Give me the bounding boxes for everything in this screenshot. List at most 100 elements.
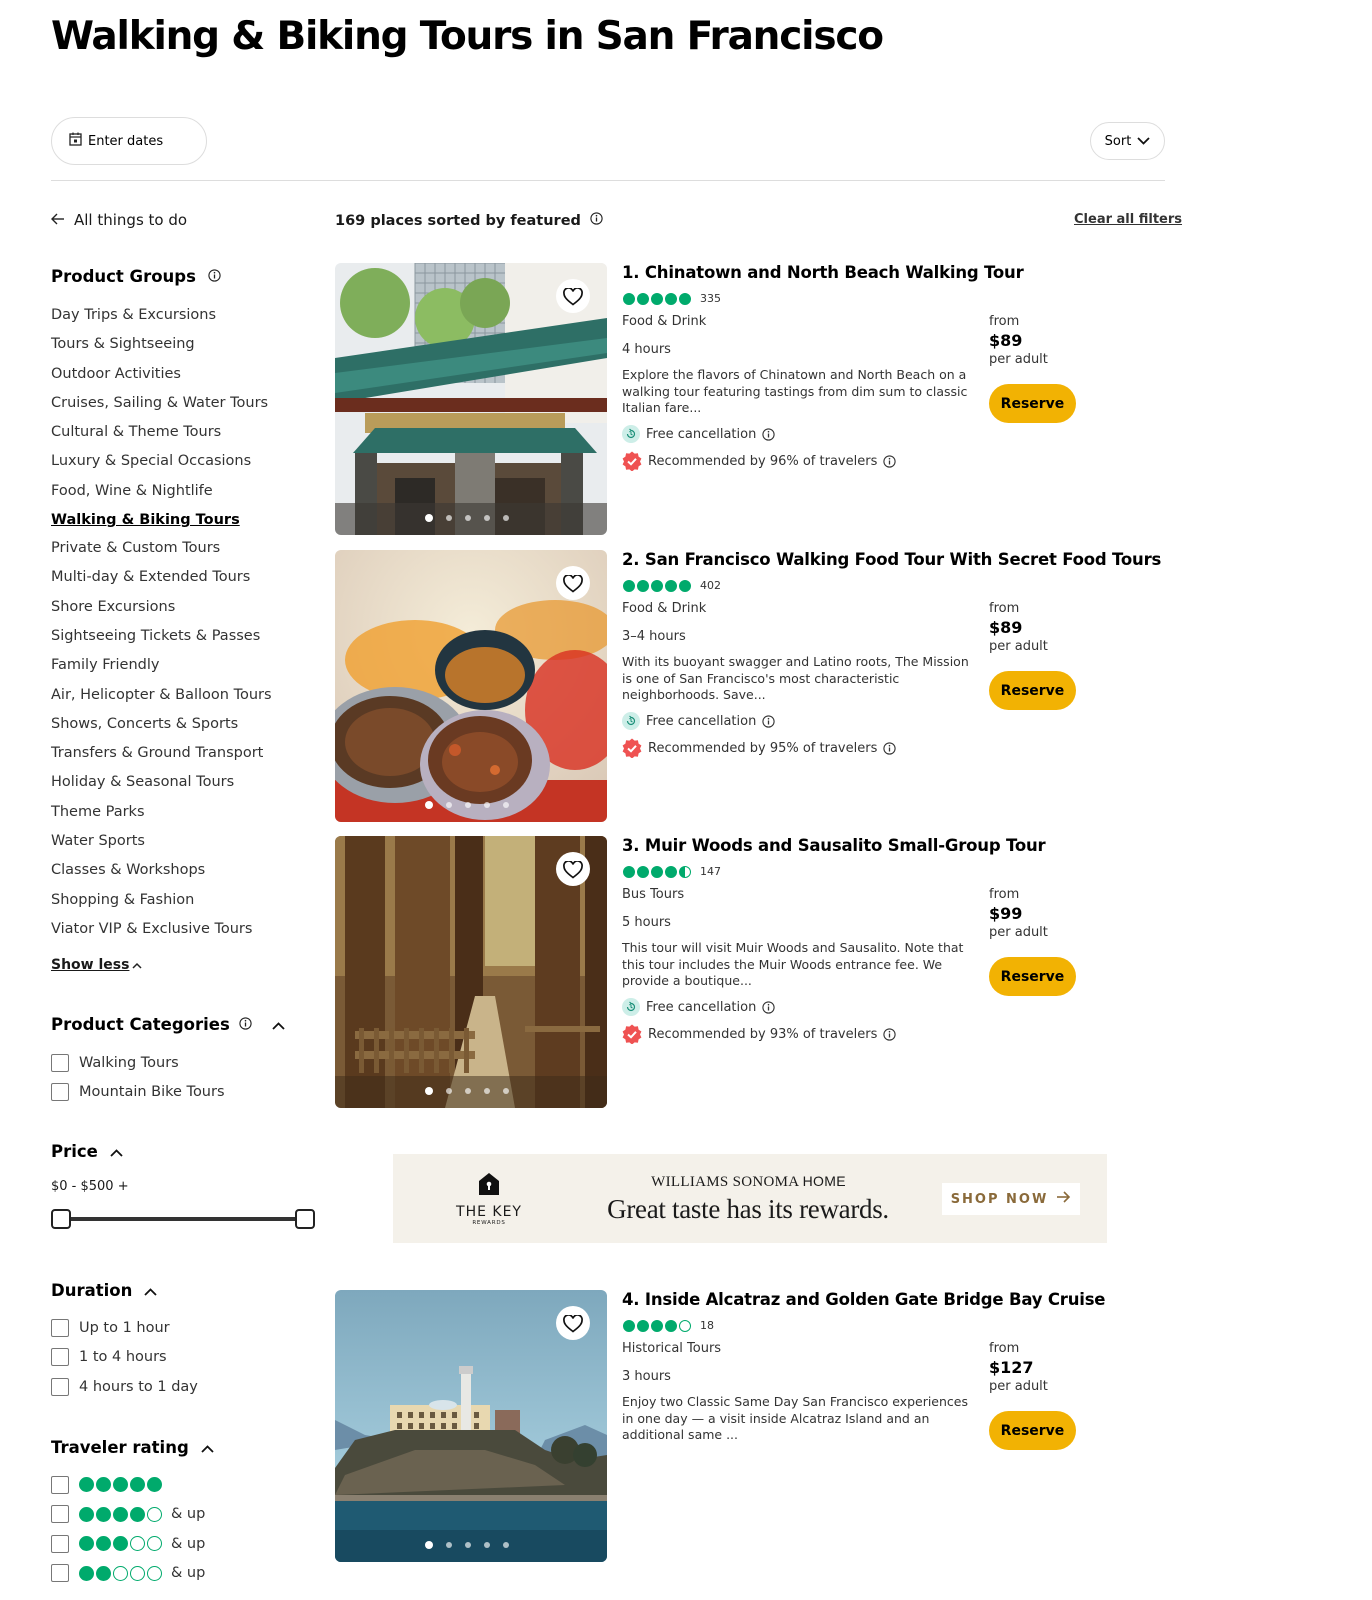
carousel-dot[interactable] bbox=[465, 1542, 471, 1548]
filter-option[interactable]: Walking Tours bbox=[51, 1048, 225, 1078]
filter-option[interactable]: Up to 1 hour bbox=[51, 1313, 198, 1343]
sort-button[interactable]: Sort bbox=[1090, 122, 1165, 160]
product-card[interactable]: 4. Inside Alcatraz and Golden Gate Bridg… bbox=[335, 1290, 1165, 1562]
product-group-item[interactable]: Shows, Concerts & Sports bbox=[51, 713, 272, 742]
product-group-item[interactable]: Cultural & Theme Tours bbox=[51, 421, 272, 450]
checkbox[interactable] bbox=[51, 1534, 69, 1553]
checkbox[interactable] bbox=[51, 1505, 69, 1524]
rating-filter-option[interactable]: & up bbox=[51, 1529, 205, 1559]
carousel-dot[interactable] bbox=[446, 1088, 452, 1094]
collapse-chevron-icon[interactable] bbox=[144, 1281, 157, 1300]
info-icon[interactable] bbox=[762, 1000, 775, 1014]
product-group-item[interactable]: Outdoor Activities bbox=[51, 363, 272, 392]
product-group-item[interactable]: Theme Parks bbox=[51, 801, 272, 830]
product-card[interactable]: 2. San Francisco Walking Food Tour With … bbox=[335, 550, 1165, 822]
carousel-dot[interactable] bbox=[484, 515, 490, 521]
carousel-dot[interactable] bbox=[446, 1542, 452, 1548]
info-icon[interactable] bbox=[208, 267, 221, 286]
checkbox[interactable] bbox=[51, 1083, 69, 1102]
product-group-item[interactable]: Transfers & Ground Transport bbox=[51, 742, 272, 771]
checkbox[interactable] bbox=[51, 1377, 69, 1396]
product-photo[interactable] bbox=[335, 1290, 607, 1562]
product-title[interactable]: 2. San Francisco Walking Food Tour With … bbox=[622, 550, 1161, 569]
info-icon[interactable] bbox=[883, 1027, 896, 1041]
info-icon[interactable] bbox=[883, 741, 896, 755]
product-title[interactable]: 3. Muir Woods and Sausalito Small-Group … bbox=[622, 836, 1046, 855]
collapse-chevron-icon[interactable] bbox=[110, 1142, 123, 1161]
product-group-item[interactable]: Sightseeing Tickets & Passes bbox=[51, 625, 272, 654]
product-group-item[interactable]: Holiday & Seasonal Tours bbox=[51, 771, 272, 800]
rating-filter-option[interactable]: & up bbox=[51, 1559, 205, 1589]
checkbox[interactable] bbox=[51, 1348, 69, 1367]
product-group-item[interactable]: Day Trips & Excursions bbox=[51, 304, 272, 333]
shop-now-button[interactable]: SHOP NOW bbox=[942, 1183, 1080, 1215]
product-group-item[interactable]: Shopping & Fashion bbox=[51, 889, 272, 918]
product-card[interactable]: 3. Muir Woods and Sausalito Small-Group … bbox=[335, 836, 1165, 1108]
product-title[interactable]: 4. Inside Alcatraz and Golden Gate Bridg… bbox=[622, 1290, 1106, 1309]
price-slider-min-handle[interactable] bbox=[51, 1209, 71, 1229]
info-icon[interactable] bbox=[762, 427, 775, 441]
info-icon[interactable] bbox=[239, 1015, 252, 1034]
product-photo[interactable] bbox=[335, 550, 607, 822]
collapse-chevron-icon[interactable] bbox=[201, 1438, 214, 1457]
product-group-item[interactable]: Shore Excursions bbox=[51, 596, 272, 625]
product-group-item[interactable]: Air, Helicopter & Balloon Tours bbox=[51, 684, 272, 713]
carousel-dot[interactable] bbox=[465, 1088, 471, 1094]
carousel-dot[interactable] bbox=[465, 515, 471, 521]
show-less-button[interactable]: Show less bbox=[51, 957, 142, 973]
carousel-dot[interactable] bbox=[446, 802, 452, 808]
collapse-chevron-icon[interactable] bbox=[272, 1015, 285, 1034]
carousel-dot[interactable] bbox=[484, 802, 490, 808]
product-group-item[interactable]: Tours & Sightseeing bbox=[51, 333, 272, 362]
save-to-wishlist-button[interactable] bbox=[556, 566, 590, 600]
product-group-item[interactable]: Family Friendly bbox=[51, 654, 272, 683]
product-group-item[interactable]: Viator VIP & Exclusive Tours bbox=[51, 918, 272, 947]
carousel-dot[interactable] bbox=[503, 802, 509, 808]
product-group-item[interactable]: Water Sports bbox=[51, 830, 272, 859]
ad-banner[interactable]: THE KEY REWARDS WILLIAMS SONOMA HOME Gre… bbox=[393, 1154, 1107, 1243]
price-slider-max-handle[interactable] bbox=[295, 1209, 315, 1229]
filter-option[interactable]: Mountain Bike Tours bbox=[51, 1078, 225, 1108]
carousel-dot[interactable] bbox=[484, 1542, 490, 1548]
carousel-dot[interactable] bbox=[425, 1541, 433, 1549]
product-group-item[interactable]: Luxury & Special Occasions bbox=[51, 450, 272, 479]
rating-filter-option[interactable]: & up bbox=[51, 1500, 205, 1530]
carousel-dot[interactable] bbox=[484, 1088, 490, 1094]
checkbox[interactable] bbox=[51, 1564, 69, 1583]
carousel-dot[interactable] bbox=[503, 515, 509, 521]
checkbox[interactable] bbox=[51, 1475, 69, 1494]
save-to-wishlist-button[interactable] bbox=[556, 279, 590, 313]
product-group-item[interactable]: Cruises, Sailing & Water Tours bbox=[51, 392, 272, 421]
reserve-button[interactable]: Reserve bbox=[989, 1411, 1076, 1450]
checkbox[interactable] bbox=[51, 1318, 69, 1337]
product-group-item[interactable]: Food, Wine & Nightlife bbox=[51, 480, 272, 509]
checkbox[interactable] bbox=[51, 1053, 69, 1072]
carousel-dot[interactable] bbox=[425, 801, 433, 809]
product-group-item[interactable]: Walking & Biking Tours bbox=[51, 509, 272, 537]
product-group-item[interactable]: Private & Custom Tours bbox=[51, 537, 272, 566]
carousel-dot[interactable] bbox=[446, 515, 452, 521]
reserve-button[interactable]: Reserve bbox=[989, 671, 1076, 710]
reserve-button[interactable]: Reserve bbox=[989, 957, 1076, 996]
filter-option[interactable]: 4 hours to 1 day bbox=[51, 1372, 198, 1402]
product-title[interactable]: 1. Chinatown and North Beach Walking Tou… bbox=[622, 263, 1024, 282]
reserve-button[interactable]: Reserve bbox=[989, 384, 1076, 423]
carousel-dot[interactable] bbox=[425, 1087, 433, 1095]
product-photo[interactable] bbox=[335, 836, 607, 1108]
save-to-wishlist-button[interactable] bbox=[556, 1306, 590, 1340]
info-icon[interactable] bbox=[762, 714, 775, 728]
price-slider[interactable] bbox=[51, 1208, 315, 1230]
clear-all-filters-link[interactable]: Clear all filters bbox=[1074, 212, 1182, 227]
info-icon[interactable] bbox=[883, 454, 896, 468]
product-card[interactable]: 1. Chinatown and North Beach Walking Tou… bbox=[335, 263, 1165, 535]
product-group-item[interactable]: Multi-day & Extended Tours bbox=[51, 566, 272, 595]
carousel-dot[interactable] bbox=[503, 1542, 509, 1548]
all-things-to-do-link[interactable]: All things to do bbox=[51, 211, 187, 229]
product-group-item[interactable]: Classes & Workshops bbox=[51, 859, 272, 888]
product-photo[interactable] bbox=[335, 263, 607, 535]
save-to-wishlist-button[interactable] bbox=[556, 852, 590, 886]
carousel-dot[interactable] bbox=[503, 1088, 509, 1094]
carousel-dot[interactable] bbox=[465, 802, 471, 808]
rating-filter-option[interactable] bbox=[51, 1470, 205, 1500]
filter-option[interactable]: 1 to 4 hours bbox=[51, 1343, 198, 1373]
